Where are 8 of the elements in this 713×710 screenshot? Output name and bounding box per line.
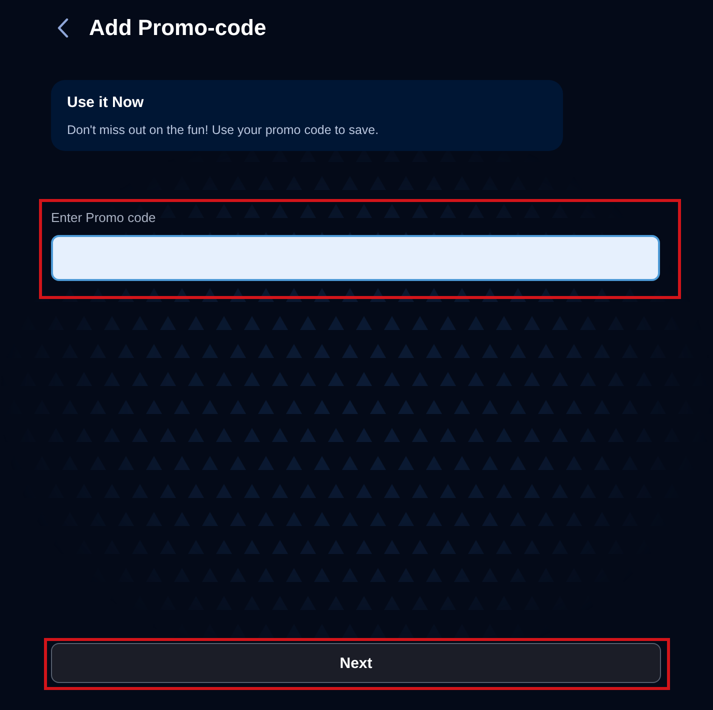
- page-title: Add Promo-code: [89, 14, 266, 42]
- promo-code-input[interactable]: [51, 235, 660, 281]
- field-label: Enter Promo code: [51, 210, 156, 226]
- back-button[interactable]: [55, 16, 71, 40]
- card-title: Use it Now: [67, 93, 145, 113]
- next-button[interactable]: Next: [51, 643, 661, 683]
- chevron-left-icon: [57, 18, 69, 38]
- card-text: Don't miss out on the fun! Use your promo code to save.: [67, 122, 380, 139]
